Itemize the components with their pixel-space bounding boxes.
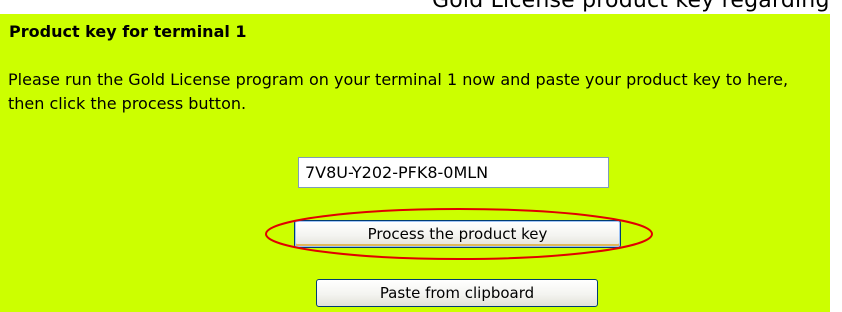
product-key-panel: Product key for terminal 1 Please run th… bbox=[0, 14, 830, 312]
paste-from-clipboard-button[interactable]: Paste from clipboard bbox=[316, 279, 598, 307]
cropped-top-text: Gold License product key regarding bbox=[432, 0, 830, 13]
panel-heading: Product key for terminal 1 bbox=[9, 22, 247, 41]
product-key-input[interactable] bbox=[298, 157, 609, 188]
right-edge-strip bbox=[830, 14, 842, 312]
process-product-key-button[interactable]: Process the product key bbox=[294, 220, 621, 248]
instructions-text: Please run the Gold License program on y… bbox=[8, 70, 789, 113]
cropped-top-text-area: Gold License product key regarding bbox=[0, 0, 842, 14]
